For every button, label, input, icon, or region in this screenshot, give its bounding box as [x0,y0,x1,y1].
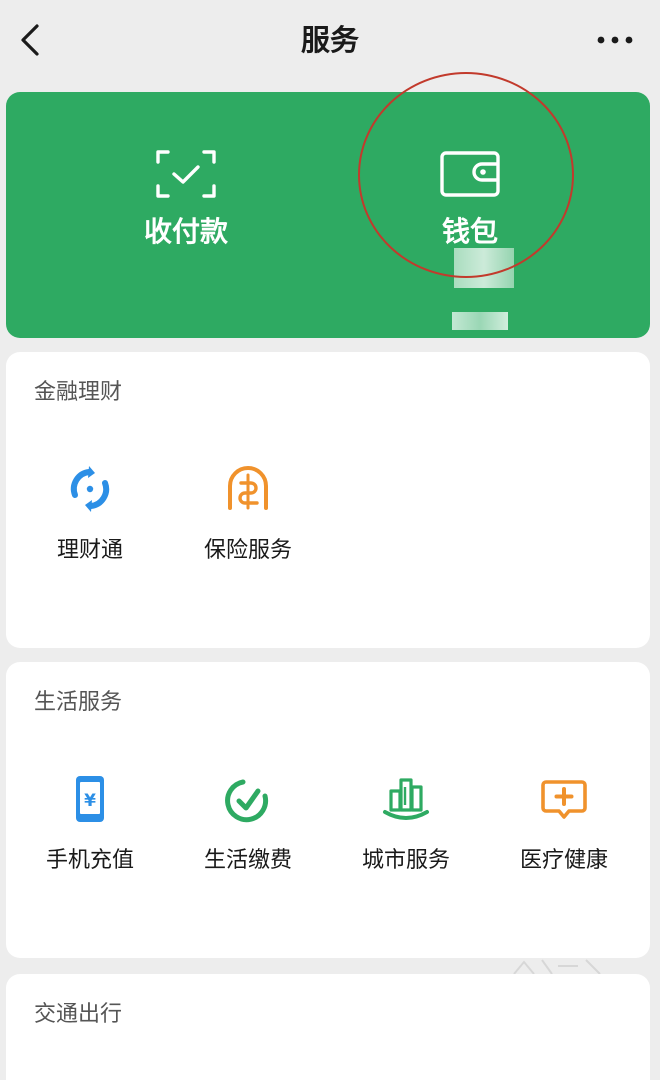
medical-icon [541,780,587,819]
service-label: 生活缴费 [203,848,292,873]
service-item-licaitong[interactable]: 理财通 [10,464,170,594]
section-title: 交通出行 [34,1002,123,1027]
page-title: 服务 [300,23,359,57]
section-card-finance: 金融理财 理财通 保险服务 [6,352,650,648]
phone-recharge-icon: ¥ [76,776,104,822]
insurance-icon [228,466,268,510]
service-item-medical[interactable]: 医疗健康 [484,774,644,904]
service-label: 医疗健康 [519,848,608,873]
service-label: 手机充值 [45,848,134,873]
service-item-bill-pay[interactable]: 生活缴费 [168,774,328,904]
section-card-life: 生活服务 ¥ 手机充值 生活缴费 城市服务 医疗健康 [6,662,650,958]
bill-pay-icon [225,779,269,823]
section-title: 金融理财 [34,380,123,405]
licaitong-icon [70,466,110,512]
navigation-bar: 服务 [0,0,660,84]
section-card-transport: 交通出行 [6,974,650,1080]
more-horizontal-icon [597,36,633,44]
section-title: 生活服务 [34,690,123,715]
more-button[interactable] [592,22,638,58]
service-label: 保险服务 [203,538,292,563]
service-item-city-service[interactable]: 城市服务 [326,774,486,904]
scan-pay-icon [156,150,216,198]
service-label: 城市服务 [361,848,450,873]
service-label: 理财通 [56,538,123,563]
svg-text:¥: ¥ [84,791,96,811]
service-item-insurance[interactable]: 保险服务 [168,464,328,594]
pay-receive-label: 收付款 [143,215,228,248]
pixelated-blur [452,312,508,330]
pay-receive-button[interactable]: 收付款 [25,92,347,338]
service-item-phone-recharge[interactable]: ¥ 手机充值 [10,774,170,904]
city-service-icon [383,778,429,820]
annotation-circle [358,72,574,278]
